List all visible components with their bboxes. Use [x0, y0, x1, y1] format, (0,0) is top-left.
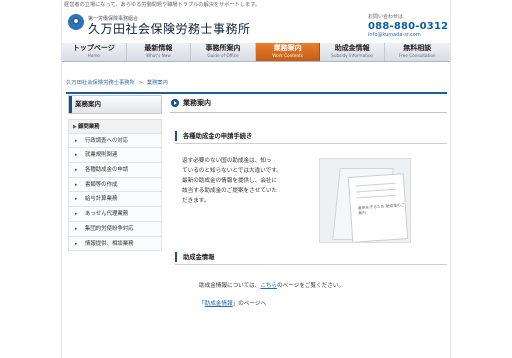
- sidebar-title: 業務案内: [68, 95, 162, 114]
- sidebar-item-label: 就業規則関連: [85, 152, 118, 159]
- nav-free-consultation-label: 無料相談: [403, 44, 432, 52]
- chevron-right-icon: ▸: [75, 152, 78, 159]
- nav-work-contents-label: 業務案内: [273, 44, 302, 52]
- sidebar-item-label: あっせん代理業務: [85, 211, 129, 218]
- nav-free-consultation[interactable]: 無料相談 Free Consultation: [385, 43, 450, 61]
- subsidy-info-heading: 助成金情報: [175, 251, 447, 265]
- pamphlet-line: [355, 182, 396, 187]
- sidebar-menu: ▶ 顧問業務 ▸ 行政調査への対応 ▸ 就業規則関連 ▸ 各種助成金の申請 ▸ …: [68, 119, 162, 252]
- here-link[interactable]: こちら: [260, 283, 277, 289]
- main-nav: トップページ Home 最新情報 What's New 事務所案内 Guide …: [62, 43, 450, 62]
- nav-free-consultation-en: Free Consultation: [399, 53, 436, 58]
- sidebar-item-label: 集団的労使紛争対応: [85, 225, 134, 232]
- subsidy-info-suffix: のページをご覧ください。: [277, 283, 345, 289]
- nav-home-label: トップページ: [72, 44, 115, 52]
- sidebar-item-document-preparation[interactable]: ▸ 書類等の作成: [68, 177, 162, 193]
- subsidy-page-link-line: 「助成金情報」のページへ: [199, 299, 266, 307]
- site-logo-title[interactable]: 久万田社会保険労務士事務所: [88, 20, 251, 37]
- email-address[interactable]: info@kumada-sr.com: [368, 32, 444, 39]
- sidebar-item-work-rules[interactable]: ▸ 就業規則関連: [68, 148, 162, 164]
- sidebar-item-administrative-inspection[interactable]: ▸ 行政調査への対応: [68, 133, 162, 149]
- breadcrumb: 久万田社会保険労務士事務所 > 業務案内: [66, 78, 168, 86]
- sidebar-item-label: 行政調査への対応: [85, 137, 129, 144]
- tagline: 経営者の立場になって、あらゆる労働問題や職場トラブルの解決をサポートします。: [64, 2, 261, 8]
- breadcrumb-current: 業務案内: [146, 80, 168, 86]
- pamphlet-front: 雇用を守るため 助成金のご案内: [347, 173, 409, 242]
- pamphlet-line: [355, 188, 396, 193]
- sidebar-item-label: 各種助成金の申請: [85, 167, 129, 174]
- nav-subsidy-label: 助成金情報: [334, 44, 370, 52]
- nav-office-en: Guide of Office: [207, 53, 239, 58]
- sidebar: 業務案内 ▶ 顧問業務 ▸ 行政調査への対応 ▸ 就業規則関連 ▸ 各種助成金の…: [68, 95, 162, 269]
- sidebar-item-label: 顧問業務: [78, 124, 100, 130]
- page-title-bar: 業務案内: [170, 95, 447, 113]
- nav-whats-new-en: What's New: [145, 53, 171, 58]
- subsidy-description: 返す必要のない国の助成金は、知っ ているのと知らないとでは大違いです。 最新の助…: [182, 156, 320, 206]
- chevron-right-icon: ▸: [75, 137, 78, 144]
- sidebar-item-label: 給与計算業務: [85, 196, 118, 203]
- page: 経営者の立場になって、あらゆる労働問題や職場トラブルの解決をサポートします。 第…: [0, 0, 512, 358]
- chevron-right-icon: ▸: [75, 196, 78, 203]
- sidebar-item-information-consulting[interactable]: ▸ 情報提供、相談業務: [68, 236, 162, 252]
- chevron-right-icon: ▸: [75, 181, 78, 188]
- page-link-suffix: 」のページへ: [232, 301, 267, 307]
- sidebar-item-advisory[interactable]: ▶ 顧問業務: [68, 119, 162, 134]
- breadcrumb-home-link[interactable]: 久万田社会保険労務士事務所: [66, 80, 135, 86]
- sidebar-item-mediation[interactable]: ▸ あっせん代理業務: [68, 207, 162, 222]
- main-content: 業務案内 各種助成金の申請手続き 返す必要のない国の助成金は、知っ ているのと知…: [170, 95, 447, 354]
- logo-icon: [68, 14, 84, 30]
- description-line: 最新の助成金の情報を提供し、会社に: [182, 178, 278, 184]
- nav-subsidy-en: Subsidy Information: [331, 53, 374, 58]
- nav-subsidy[interactable]: 助成金情報 Subsidy Information: [320, 43, 385, 61]
- nav-home-en: Home: [87, 53, 100, 58]
- sidebar-item-label: 情報提供、相談業務: [85, 240, 134, 247]
- description-line: ているのと知らないとでは大違いです。: [182, 168, 282, 174]
- section-heading: 各種助成金の申請手続き: [183, 133, 253, 140]
- pamphlet-text: 雇用を守るため 助成金のご案内: [357, 202, 405, 216]
- contact-label: お問い合わせは: [368, 14, 404, 20]
- contact-block: お問い合わせは 088-880-0312 info@kumada-sr.com: [368, 14, 448, 39]
- description-line: だきます。: [182, 198, 210, 204]
- pamphlet-line: [356, 194, 397, 199]
- nav-work-contents[interactable]: 業務案内 Work Contents: [255, 43, 321, 61]
- breadcrumb-separator: >: [138, 80, 144, 86]
- section-heading: 助成金情報: [183, 254, 215, 261]
- sidebar-item-label: 書類等の作成: [85, 181, 118, 188]
- nav-whats-new[interactable]: 最新情報 What's New: [127, 43, 192, 61]
- sidebar-item-subsidy-application[interactable]: ▸ 各種助成金の申請: [68, 163, 162, 178]
- phone-number[interactable]: 088-880-0312: [368, 21, 448, 32]
- nav-office-label: 事務所案内: [205, 44, 241, 52]
- description-line: 該当する助成金のご提案をさせていた: [182, 188, 278, 194]
- description-line: 返す必要のない国の助成金は、知っ: [182, 158, 272, 164]
- subsidy-info-prefix: 助成金情報については、: [199, 283, 261, 289]
- subsidy-application-heading: 各種助成金の申請手続き: [175, 130, 447, 144]
- page-title: 業務案内: [183, 99, 211, 107]
- nav-home[interactable]: トップページ Home: [62, 43, 127, 61]
- chevron-right-icon: ▸: [75, 225, 78, 232]
- subsidy-info-link[interactable]: 助成金情報: [205, 301, 233, 307]
- subsidy-info-line: 助成金情報については、こちらのページをご覧ください。: [199, 281, 344, 289]
- sidebar-item-labor-dispute[interactable]: ▸ 集団的労使紛争対応: [68, 221, 162, 237]
- sidebar-item-payroll[interactable]: ▸ 給与計算業務: [68, 192, 162, 208]
- nav-whats-new-label: 最新情報: [144, 44, 173, 52]
- chevron-right-icon: ▸: [75, 240, 78, 247]
- header: 第一労働保険事務組合 久万田社会保険労務士事務所 お問い合わせは 088-880…: [62, 10, 450, 42]
- subsidy-pamphlet-photo: 雇用を守るため 助成金のご案内: [319, 158, 411, 243]
- chevron-right-icon: ▸: [75, 167, 78, 174]
- arrow-icon: ▶: [73, 124, 77, 130]
- nav-office[interactable]: 事務所案内 Guide of Office: [191, 43, 256, 61]
- nav-work-contents-en: Work Contents: [272, 53, 303, 58]
- chevron-right-icon: ▸: [75, 211, 78, 218]
